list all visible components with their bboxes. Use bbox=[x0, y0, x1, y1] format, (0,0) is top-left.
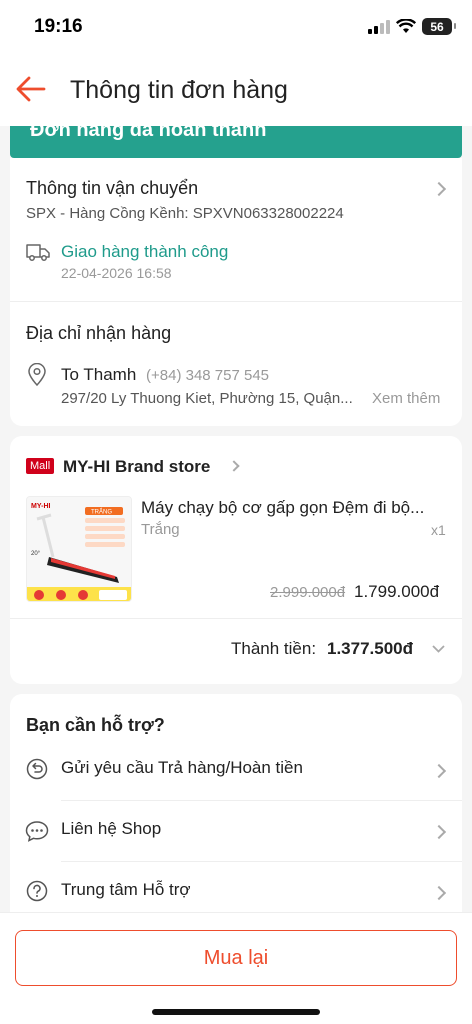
bottom-action-bar: Mua lại bbox=[0, 912, 472, 1024]
store-card: Mall MY-HI Brand store MY-HI TRẮNG 20° M… bbox=[10, 436, 462, 684]
battery-icon: 56 bbox=[422, 18, 456, 35]
sale-price: 1.799.000đ bbox=[354, 582, 440, 601]
signal-icon bbox=[368, 19, 390, 34]
help-card: Bạn cần hỗ trợ? Gửi yêu cầu Trả hàng/Hoà… bbox=[10, 694, 462, 924]
banner-text: Đơn hàng đã hoàn thành bbox=[30, 126, 267, 141]
help-item-return-refund[interactable]: Gửi yêu cầu Trả hàng/Hoàn tiền bbox=[10, 744, 462, 800]
shipping-carrier: SPX - Hàng Cồng Kềnh: SPXVN063328002224 bbox=[26, 205, 344, 222]
chevron-right-icon bbox=[431, 824, 447, 840]
see-more-link[interactable]: Xem thêm bbox=[372, 390, 440, 407]
truck-icon bbox=[26, 244, 50, 261]
recipient-name: To Thamh bbox=[61, 365, 137, 384]
question-circle-icon bbox=[26, 880, 48, 902]
image-angle: 20° bbox=[31, 551, 41, 557]
mall-badge: Mall bbox=[26, 458, 55, 474]
image-color-tag: TRẮNG bbox=[91, 508, 112, 516]
back-arrow-icon[interactable] bbox=[14, 74, 48, 104]
product-name: Máy chạy bộ cơ gấp gọn Đệm đi bộ... bbox=[141, 498, 425, 517]
status-bar: 19:16 56 bbox=[0, 0, 472, 56]
top-header: Thông tin đơn hàng bbox=[0, 56, 472, 126]
help-item-label: Gửi yêu cầu Trả hàng/Hoàn tiền bbox=[61, 758, 303, 777]
chevron-right-icon bbox=[431, 181, 447, 197]
product-row[interactable]: MY-HI TRẮNG 20° Máy chạy bộ cơ gấp gọn Đ… bbox=[10, 491, 462, 616]
chat-bubble-icon bbox=[25, 821, 49, 842]
buy-again-button[interactable]: Mua lại bbox=[15, 930, 457, 986]
divider bbox=[61, 800, 462, 801]
shipping-title: Thông tin vận chuyển bbox=[26, 178, 199, 198]
product-quantity: x1 bbox=[431, 522, 446, 538]
product-image: MY-HI TRẮNG 20° bbox=[26, 496, 132, 602]
image-brand: MY-HI bbox=[31, 503, 51, 510]
total-label: Thành tiền: bbox=[231, 639, 317, 658]
address-line: 297/20 Ly Thuong Kiet, Phường 15, Quận..… bbox=[61, 390, 353, 407]
page-title: Thông tin đơn hàng bbox=[70, 76, 288, 104]
help-item-contact-shop[interactable]: Liên hệ Shop bbox=[10, 804, 462, 860]
delivery-time: 22-04-2026 16:58 bbox=[61, 265, 172, 281]
shipping-info-row[interactable]: Thông tin vận chuyển SPX - Hàng Cồng Kền… bbox=[10, 158, 462, 298]
original-price: 2.999.000đ bbox=[270, 584, 346, 601]
treadmill-illustration: MY-HI TRẮNG 20° bbox=[27, 497, 131, 601]
recipient-phone: (+84) 348 757 545 bbox=[146, 367, 270, 384]
chevron-right-icon bbox=[431, 763, 447, 779]
return-icon bbox=[26, 758, 48, 780]
store-header[interactable]: Mall MY-HI Brand store bbox=[10, 436, 462, 491]
home-indicator bbox=[152, 1009, 320, 1015]
chevron-right-icon bbox=[228, 460, 240, 472]
status-icons: 56 bbox=[368, 18, 456, 35]
wifi-icon bbox=[396, 19, 416, 33]
product-variant: Trắng bbox=[141, 521, 180, 538]
order-total-row[interactable]: Thành tiền: 1.377.500đ bbox=[10, 619, 462, 679]
store-name: MY-HI Brand store bbox=[63, 457, 211, 476]
delivery-status: Giao hàng thành công bbox=[61, 242, 229, 261]
chevron-down-icon bbox=[432, 645, 445, 653]
divider bbox=[61, 861, 462, 862]
order-complete-banner: Đơn hàng đã hoàn thành bbox=[10, 126, 462, 158]
total-value: 1.377.500đ bbox=[327, 639, 414, 658]
location-pin-icon bbox=[28, 363, 46, 387]
help-item-label: Liên hệ Shop bbox=[61, 819, 162, 838]
shipping-card: Thông tin vận chuyển SPX - Hàng Cồng Kền… bbox=[10, 158, 462, 426]
divider bbox=[10, 301, 462, 302]
help-item-label: Trung tâm Hỗ trợ bbox=[61, 880, 191, 899]
chevron-right-icon bbox=[431, 885, 447, 901]
help-title: Bạn cần hỗ trợ? bbox=[26, 715, 165, 735]
address-title: Địa chỉ nhận hàng bbox=[26, 323, 172, 343]
status-time: 19:16 bbox=[34, 16, 83, 37]
